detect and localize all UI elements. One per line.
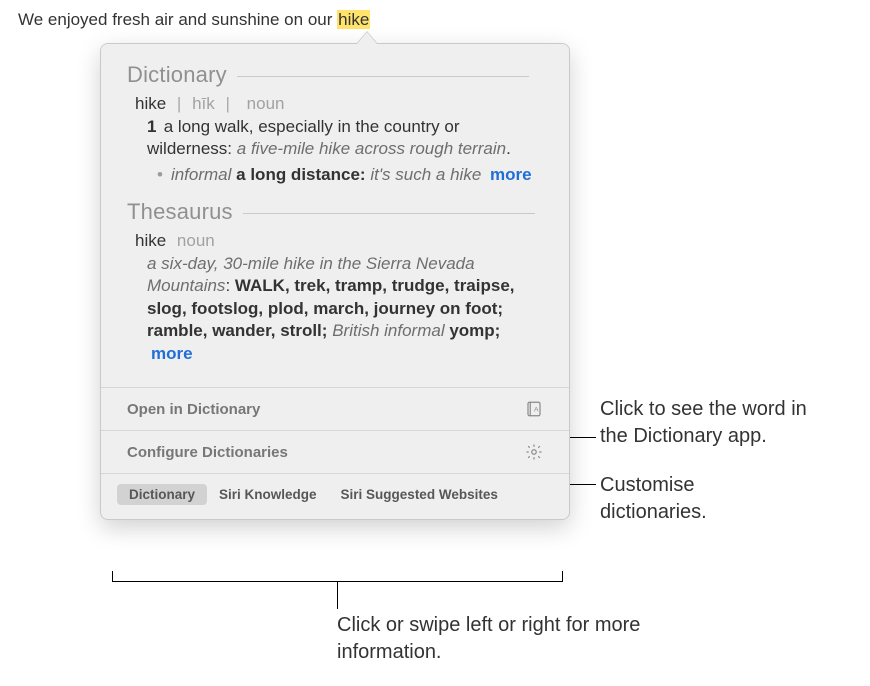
configure-dictionaries-label: Configure Dictionaries xyxy=(127,444,288,461)
synonym-list: , xyxy=(285,276,294,295)
usage-label: British informal xyxy=(332,321,444,340)
part-of-speech: noun xyxy=(247,94,285,113)
dictionary-app-icon: A xyxy=(525,400,543,418)
sub-definition: • informal a long distance: it's such a h… xyxy=(135,161,543,185)
headword: hike xyxy=(135,231,166,250)
thesaurus-heading-label: Thesaurus xyxy=(127,199,233,224)
open-in-dictionary-button[interactable]: Open in Dictionary A xyxy=(101,387,569,430)
dictionary-heading-label: Dictionary xyxy=(127,62,227,87)
svg-text:A: A xyxy=(534,406,539,413)
part-of-speech: noun xyxy=(177,231,215,250)
divider xyxy=(243,213,535,214)
source-tabs: Dictionary Siri Knowledge Siri Suggested… xyxy=(101,473,569,519)
thesaurus-entry: hike noun a six-day, 30-mile hike in the… xyxy=(127,229,543,379)
usage-label: informal xyxy=(171,165,231,184)
pronunciation: hīk xyxy=(192,94,215,113)
synonym-primary: WALK xyxy=(235,276,285,295)
open-in-dictionary-label: Open in Dictionary xyxy=(127,401,260,418)
sub-definition-text: a long distance: xyxy=(236,165,365,184)
callout-line xyxy=(337,581,338,609)
tab-siri-suggested-websites[interactable]: Siri Suggested Websites xyxy=(329,484,510,505)
sub-definition-example: it's such a hike xyxy=(370,165,481,184)
definition-block: 1 a long walk, especially in the country… xyxy=(135,114,543,161)
source-sentence: We enjoyed fresh air and sunshine on our… xyxy=(18,10,370,30)
lookup-popover: Dictionary hike | hīk | noun 1 a long wa… xyxy=(100,43,570,520)
headword: hike xyxy=(135,94,166,113)
dictionary-heading: Dictionary xyxy=(127,62,543,88)
popover-content: Dictionary hike | hīk | noun 1 a long wa… xyxy=(101,44,569,387)
dictionary-entry: hike | hīk | noun 1 a long walk, especia… xyxy=(127,92,543,199)
callout-tick xyxy=(562,571,563,581)
thesaurus-block: a six-day, 30-mile hike in the Sierra Ne… xyxy=(135,251,543,365)
synonym-regional: yomp; xyxy=(449,321,500,340)
sense-number: 1 xyxy=(147,116,159,138)
separator: | xyxy=(226,94,230,113)
divider xyxy=(237,76,529,77)
sentence-text: We enjoyed fresh air and sunshine on our xyxy=(18,10,337,29)
callout-configure: Customise dictionaries. xyxy=(600,472,800,526)
more-link[interactable]: more xyxy=(490,165,532,184)
bullet-icon: • xyxy=(157,165,163,184)
tab-siri-knowledge[interactable]: Siri Knowledge xyxy=(207,484,329,505)
separator: | xyxy=(177,94,181,113)
configure-dictionaries-button[interactable]: Configure Dictionaries xyxy=(101,430,569,473)
thesaurus-headword-line: hike noun xyxy=(135,231,543,251)
callout-tick xyxy=(112,571,113,581)
more-link[interactable]: more xyxy=(151,344,193,363)
popover-pointer xyxy=(357,32,377,44)
thesaurus-heading: Thesaurus xyxy=(127,199,543,225)
callout-tabs: Click or swipe left or right for more in… xyxy=(337,612,677,666)
period: . xyxy=(506,139,511,158)
tab-dictionary[interactable]: Dictionary xyxy=(117,484,207,505)
callout-open-in-dictionary: Click to see the word in the Dictionary … xyxy=(600,396,840,450)
highlighted-word[interactable]: hike xyxy=(337,10,370,29)
dictionary-headword-line: hike | hīk | noun xyxy=(135,94,543,114)
gear-icon xyxy=(525,443,543,461)
definition-example: a five-mile hike across rough terrain xyxy=(237,139,506,158)
